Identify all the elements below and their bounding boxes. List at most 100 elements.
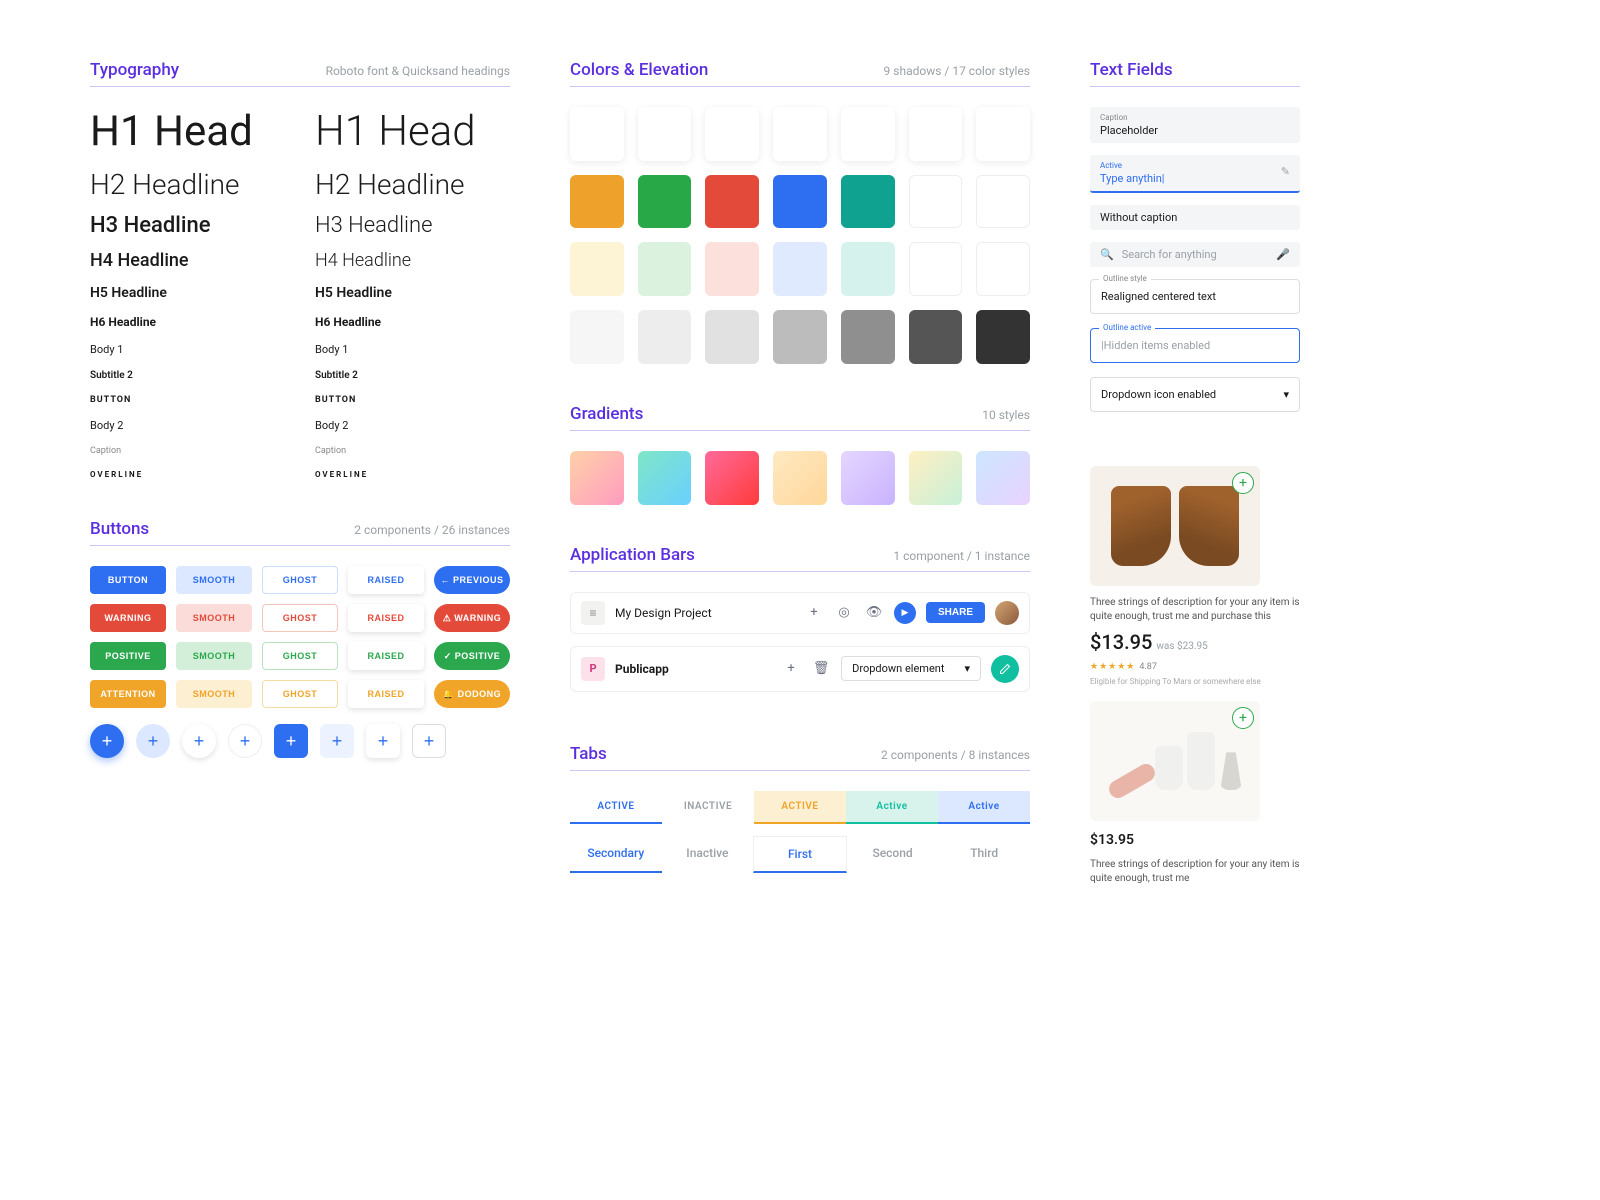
field-value: Without caption [1100,211,1177,224]
color-swatch [570,242,624,296]
price: $13.95 [1090,630,1152,654]
color-swatch [976,242,1030,296]
fab-add[interactable]: + [90,724,124,758]
h5-sample: H5 Headline [90,285,285,301]
tab-inactive[interactable]: Inactive [662,836,754,873]
text-field-active[interactable]: Active Type anythin| ✎ [1090,155,1300,193]
smooth-button[interactable]: SMOOTH [176,566,252,594]
outlined-field[interactable]: Outline style Realigned centered text [1090,279,1300,314]
dropdown[interactable]: Dropdown element▾ [841,656,981,681]
color-swatch [841,310,895,364]
buttons-section: Buttons 2 components / 26 instances BUTT… [90,519,510,758]
warning-button[interactable]: WARNING [90,604,166,632]
color-swatch [841,175,895,229]
field-value: Realigned centered text [1101,290,1216,303]
tab-active[interactable]: Active [938,791,1030,824]
ghost-button[interactable]: GHOST [262,604,338,632]
h4-sample: H4 Headline [90,250,285,271]
trash-icon[interactable]: 🗑 [811,659,831,679]
tab-active[interactable]: Active [846,791,938,824]
gradient-swatch [909,451,963,505]
star-rating-icon: ★★★★★ [1090,662,1135,672]
fab-add-square[interactable]: + [320,724,354,758]
product-image-vases: + [1090,701,1260,821]
smooth-button[interactable]: SMOOTH [176,642,252,670]
smooth-button[interactable]: SMOOTH [176,680,252,708]
fab-add[interactable]: + [182,724,216,758]
search-placeholder: Search for anything [1122,248,1269,261]
product-card: + $13.95 Three strings of description fo… [1090,701,1300,892]
add-button[interactable]: + [1232,472,1254,494]
section-title: Application Bars [570,545,695,565]
eye-icon[interactable]: 👁 [864,603,884,623]
gradient-swatch [705,451,759,505]
tab-secondary[interactable]: Secondary [570,836,662,873]
positive-button[interactable]: POSITIVE [90,642,166,670]
text-field-no-caption[interactable]: Without caption [1090,205,1300,230]
product-image-boots: + [1090,466,1260,586]
raised-button[interactable]: RAISED [348,642,424,670]
ghost-button[interactable]: GHOST [262,642,338,670]
color-swatch [638,242,692,296]
fab-add[interactable]: + [136,724,170,758]
raised-button[interactable]: RAISED [348,604,424,632]
color-swatch [705,310,759,364]
attention-button[interactable]: ATTENTION [90,680,166,708]
color-swatch [773,310,827,364]
color-swatch [976,175,1030,229]
previous-button[interactable]: ← PREVIOUS [434,566,510,594]
smooth-button[interactable]: SMOOTH [176,604,252,632]
tab-third[interactable]: Third [938,836,1030,873]
color-swatch [909,242,963,296]
tab-first[interactable]: First [753,836,847,873]
edit-fab[interactable] [991,655,1019,683]
appbars-section: Application Bars 1 component / 1 instanc… [570,545,1030,704]
tab-active[interactable]: ACTIVE [570,791,662,824]
plus-icon[interactable]: + [804,603,824,623]
color-swatch [909,310,963,364]
appbar-project: ≡ My Design Project + ◎ 👁 ▶ SHARE [570,592,1030,634]
appbar-title: My Design Project [615,606,712,620]
ghost-button[interactable]: GHOST [262,566,338,594]
tab-inactive[interactable]: INACTIVE [662,791,754,824]
button-text-sample: BUTTON [90,395,285,405]
color-swatch [773,175,827,229]
elevation-swatch [909,107,963,161]
positive-pill-button[interactable]: ✓ POSITIVE [434,642,510,670]
warning-pill-button[interactable]: ⚠ WARNING [434,604,510,632]
dodong-pill-button[interactable]: 🔔 DODONG [434,680,510,708]
fab-add-square[interactable]: + [274,724,308,758]
color-swatch [773,242,827,296]
dropdown-field[interactable]: Dropdown icon enabled ▾ [1090,377,1300,412]
plus-icon[interactable]: + [781,659,801,679]
field-value: Dropdown icon enabled [1101,388,1216,401]
text-field[interactable]: Caption Placeholder [1090,107,1300,143]
product-card: + Three strings of description for your … [1090,466,1300,687]
add-button[interactable]: + [1232,707,1254,729]
avatar[interactable] [995,601,1019,625]
subtitle2-sample: Subtitle 2 [315,370,510,381]
field-caption: Outline style [1099,274,1151,283]
section-title: Gradients [570,404,643,424]
play-icon[interactable]: ▶ [894,602,916,624]
caption-sample: Caption [90,446,285,456]
fab-add[interactable]: + [228,724,262,758]
search-field[interactable]: 🔍 Search for anything 🎤 [1090,242,1300,267]
raised-button[interactable]: RAISED [348,566,424,594]
compass-icon[interactable]: ◎ [834,603,854,623]
raised-button[interactable]: RAISED [348,680,424,708]
menu-icon[interactable]: ≡ [581,601,605,625]
share-button[interactable]: SHARE [926,602,985,623]
outlined-field-active[interactable]: Outline active |Hidden items enabled [1090,328,1300,363]
ghost-button[interactable]: GHOST [262,680,338,708]
shipping-note: Eligible for Shipping To Mars or somewhe… [1090,677,1300,687]
body1-sample: Body 1 [90,343,285,356]
tab-active[interactable]: ACTIVE [754,791,846,824]
mic-icon[interactable]: 🎤 [1276,248,1290,261]
tab-second[interactable]: Second [847,836,939,873]
h2-sample: H2 Headline [90,168,285,201]
clear-icon[interactable]: ✎ [1281,165,1290,178]
fab-add-square[interactable]: + [366,724,400,758]
fab-add-square[interactable]: + [412,724,446,758]
primary-button[interactable]: BUTTON [90,566,166,594]
